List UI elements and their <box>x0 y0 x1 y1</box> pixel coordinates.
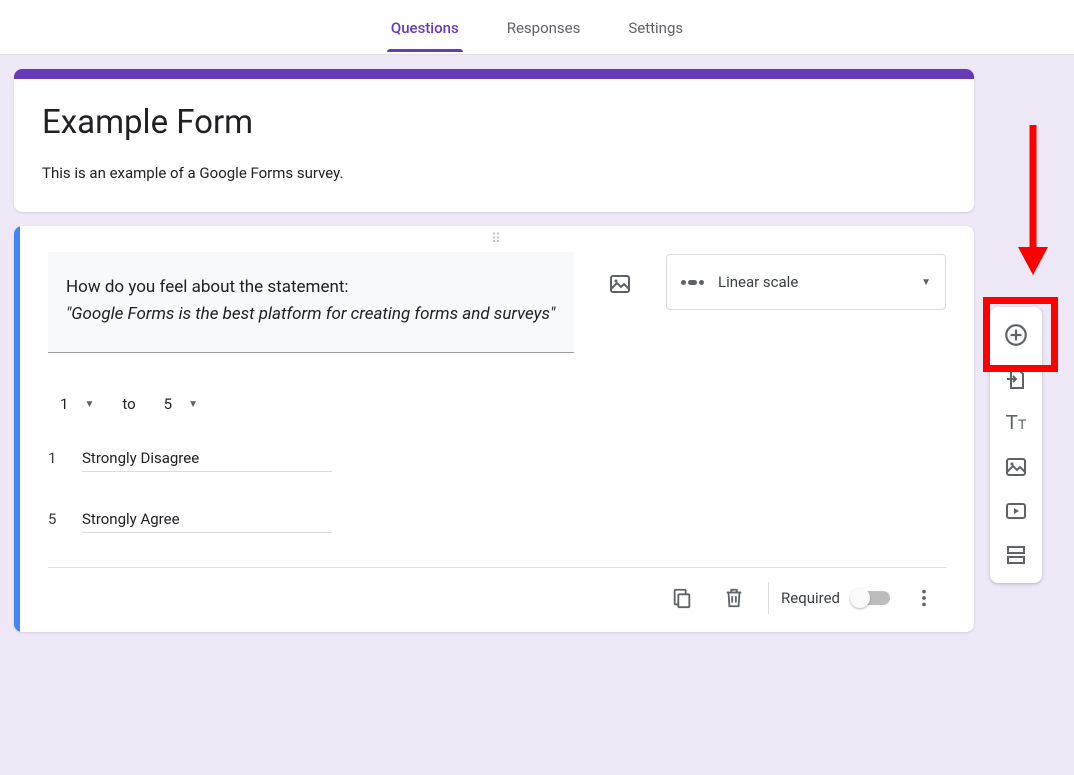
more-vertical-icon <box>913 587 935 609</box>
divider <box>768 582 769 614</box>
plus-circle-icon <box>1003 322 1029 348</box>
question-card[interactable]: ⠿ How do you feel about the statement: "… <box>14 226 974 632</box>
annotation-arrow <box>1018 125 1048 275</box>
scale-from-select[interactable]: 1 ▼ <box>60 395 94 413</box>
scale-low-label-input[interactable] <box>82 445 332 472</box>
scale-high-label-input[interactable] <box>82 506 332 533</box>
image-icon <box>1004 455 1028 479</box>
form-description[interactable]: This is an example of a Google Forms sur… <box>42 164 946 182</box>
scale-to-select[interactable]: 5 ▼ <box>164 395 198 413</box>
add-title-button[interactable]: TT <box>996 403 1036 443</box>
section-icon <box>1004 543 1028 567</box>
import-file-icon <box>1004 367 1028 391</box>
chevron-down-icon: ▼ <box>188 399 198 410</box>
duplicate-icon <box>671 587 693 609</box>
required-toggle-group: Required <box>781 589 894 607</box>
required-toggle[interactable] <box>852 591 890 605</box>
title-text-icon: TT <box>1006 413 1027 433</box>
add-question-image-button[interactable] <box>598 262 642 306</box>
add-video-button[interactable] <box>996 491 1036 531</box>
trash-icon <box>723 587 745 609</box>
chevron-down-icon: ▼ <box>84 399 94 410</box>
scale-to-word: to <box>122 395 135 413</box>
question-text-line1: How do you feel about the statement: <box>66 274 556 301</box>
form-title[interactable]: Example Form <box>42 103 946 142</box>
import-questions-button[interactable] <box>996 359 1036 399</box>
drag-handle-icon[interactable]: ⠿ <box>20 232 974 247</box>
scale-to-value: 5 <box>164 395 172 413</box>
scale-from-value: 1 <box>60 395 68 413</box>
question-text-input[interactable]: How do you feel about the statement: "Go… <box>48 252 574 353</box>
required-label: Required <box>781 589 840 607</box>
more-options-button[interactable] <box>902 576 946 620</box>
question-text-line2: "Google Forms is the best platform for c… <box>66 301 556 328</box>
video-icon <box>1004 499 1028 523</box>
chevron-down-icon: ▼ <box>921 277 931 288</box>
editor-tabs: Questions Responses Settings <box>0 0 1074 55</box>
form-theme-bar <box>14 69 974 79</box>
scale-low-number: 1 <box>48 449 58 467</box>
question-type-select[interactable]: Linear scale ▼ <box>666 254 946 310</box>
duplicate-button[interactable] <box>660 576 704 620</box>
scale-high-number: 5 <box>48 510 58 528</box>
image-icon <box>608 272 632 296</box>
question-type-label: Linear scale <box>718 273 798 291</box>
linear-scale-icon <box>681 280 704 285</box>
add-question-button[interactable] <box>996 315 1036 355</box>
form-header-card[interactable]: Example Form This is an example of a Goo… <box>14 69 974 212</box>
question-side-toolbar: TT <box>990 307 1042 583</box>
delete-button[interactable] <box>712 576 756 620</box>
tab-settings[interactable]: Settings <box>624 3 687 51</box>
form-canvas: Example Form This is an example of a Goo… <box>0 55 1074 775</box>
scale-range-row: 1 ▼ to 5 ▼ <box>60 395 946 413</box>
scale-labels-section: 1 5 <box>48 445 946 533</box>
tab-questions[interactable]: Questions <box>387 3 463 51</box>
add-image-button[interactable] <box>996 447 1036 487</box>
tab-responses[interactable]: Responses <box>503 3 585 51</box>
question-footer: Required <box>48 567 946 632</box>
add-section-button[interactable] <box>996 535 1036 575</box>
